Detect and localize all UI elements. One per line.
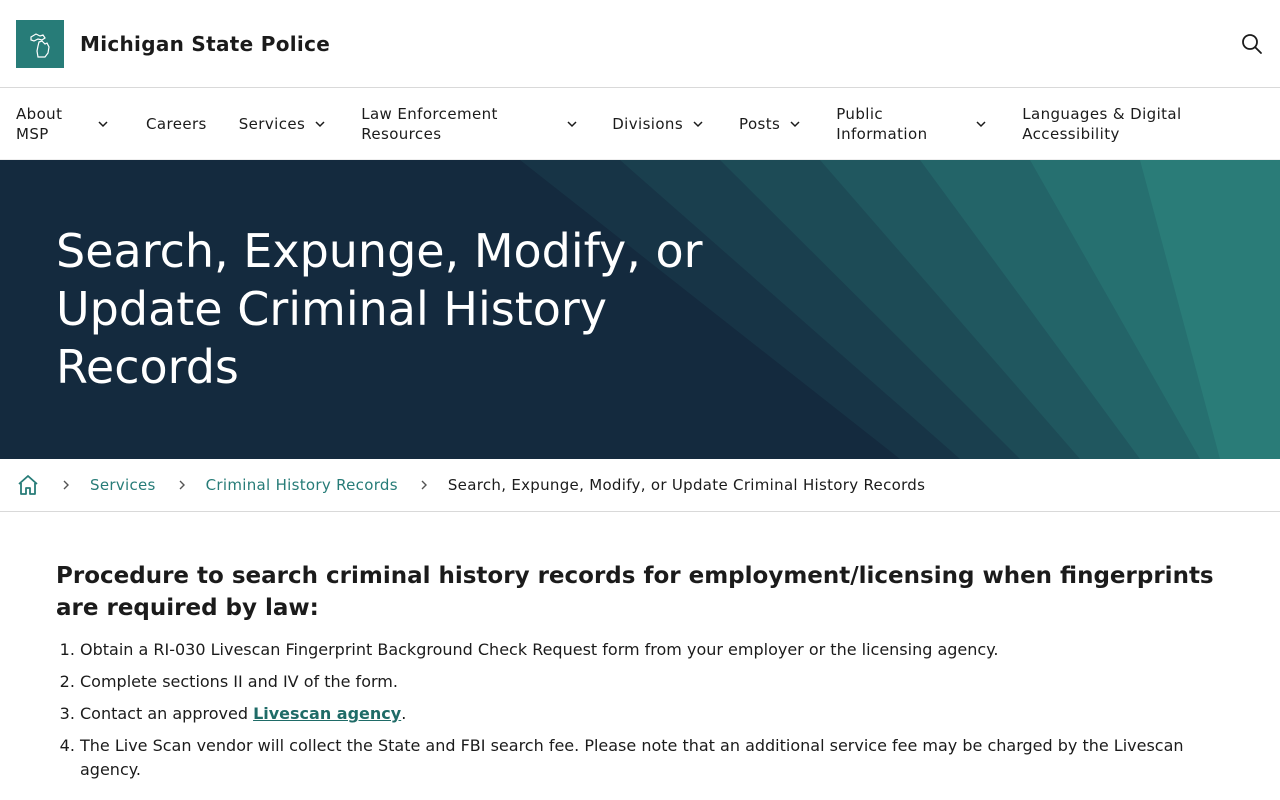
hero-banner: Search, Expunge, Modify, or Update Crimi…: [0, 160, 1280, 459]
nav-careers-label: Careers: [146, 114, 207, 133]
chevron-down-icon: [567, 120, 577, 127]
chevron-right-icon: [179, 480, 185, 490]
site-header: Michigan State Police: [0, 0, 1280, 88]
chevron-down-icon: [315, 120, 325, 127]
breadcrumb-link-criminal-history[interactable]: Criminal History Records: [206, 476, 398, 494]
step-text: Contact an approved: [80, 704, 254, 723]
nav-public-information[interactable]: Public Information: [836, 104, 988, 144]
search-icon[interactable]: [1240, 32, 1264, 56]
nav-services[interactable]: Services: [239, 114, 327, 134]
procedure-steps: Obtain a RI-030 Livescan Fingerprint Bac…: [56, 638, 1224, 782]
nav-about-label: About MSP: [16, 104, 63, 143]
list-item: The Live Scan vendor will collect the St…: [80, 734, 1224, 782]
livescan-agency-link[interactable]: Livescan agency: [253, 704, 401, 723]
nav-careers[interactable]: Careers: [146, 114, 207, 134]
chevron-down-icon: [790, 120, 800, 127]
chevron-down-icon: [98, 120, 108, 127]
nav-divisions[interactable]: Divisions: [612, 114, 705, 134]
nav-about-msp[interactable]: About MSP: [16, 104, 114, 144]
nav-posts-label: Posts: [739, 114, 781, 133]
home-icon[interactable]: [16, 473, 40, 497]
nav-languages-accessibility[interactable]: Languages & Digital Accessibility: [1022, 104, 1192, 144]
nav-law-enforcement-label: Law Enforcement Resources: [361, 104, 498, 143]
page-title: Search, Expunge, Modify, or Update Crimi…: [56, 224, 703, 394]
list-item: Complete sections II and IV of the form.: [80, 670, 1224, 694]
nav-languages-label: Languages & Digital Accessibility: [1022, 104, 1182, 143]
nav-posts[interactable]: Posts: [739, 114, 802, 134]
chevron-down-icon: [693, 120, 703, 127]
nav-law-enforcement-resources[interactable]: Law Enforcement Resources: [361, 104, 579, 144]
site-logo[interactable]: [16, 19, 64, 68]
michigan-map-icon: [30, 32, 50, 58]
nav-divisions-label: Divisions: [612, 114, 684, 133]
main-content: Procedure to search criminal history rec…: [0, 512, 1280, 782]
step-text: .: [401, 704, 407, 723]
list-item: Obtain a RI-030 Livescan Fingerprint Bac…: [80, 638, 1224, 662]
breadcrumb: Services Criminal History Records Search…: [0, 459, 1280, 512]
nav-public-information-label: Public Information: [836, 104, 928, 143]
section-heading: Procedure to search criminal history rec…: [56, 563, 1214, 621]
site-title[interactable]: Michigan State Police: [80, 32, 330, 56]
chevron-right-icon: [63, 480, 69, 490]
breadcrumb-current: Search, Expunge, Modify, or Update Crimi…: [447, 476, 926, 494]
nav-services-label: Services: [238, 114, 306, 133]
breadcrumb-link-services[interactable]: Services: [90, 476, 156, 494]
main-nav: About MSP Careers Services Law Enforceme…: [0, 88, 1280, 160]
list-item: Contact an approved Livescan agency.: [80, 702, 1224, 726]
chevron-right-icon: [421, 480, 427, 490]
chevron-down-icon: [976, 120, 986, 127]
